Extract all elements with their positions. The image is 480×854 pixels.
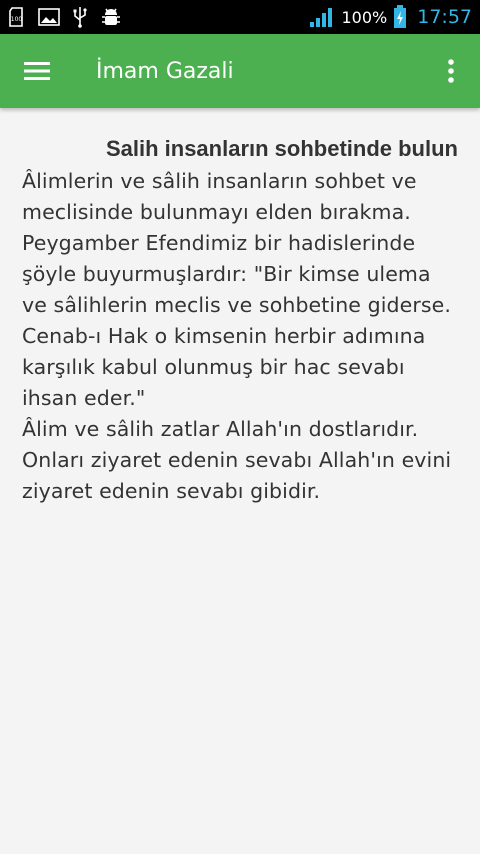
article-title: Salih insanların sohbetinde bulun (105, 136, 458, 161)
article-content: Salih insanların sohbetinde bulun Âlimle… (0, 108, 480, 854)
hamburger-menu-icon[interactable] (0, 34, 74, 108)
android-debug-icon (100, 6, 122, 28)
status-notifications: 100 (8, 6, 122, 28)
status-system: 100% 17:57 (309, 5, 472, 29)
more-vert-icon[interactable] (422, 34, 480, 108)
app-title: İmam Gazali (96, 58, 234, 84)
app-bar: İmam Gazali (0, 34, 480, 108)
article-body: Âlimlerin ve sâlih insanların sohbet ve … (22, 169, 452, 503)
clock: 17:57 (417, 6, 472, 28)
sd-card-icon: 100 (8, 7, 26, 27)
status-bar: 100 100% 17:57 (0, 0, 480, 34)
image-icon (38, 8, 60, 26)
signal-strength-icon (309, 6, 335, 28)
battery-charging-icon (393, 5, 407, 29)
usb-icon (72, 6, 88, 28)
svg-text:100: 100 (11, 16, 23, 23)
battery-percent: 100% (341, 7, 388, 27)
